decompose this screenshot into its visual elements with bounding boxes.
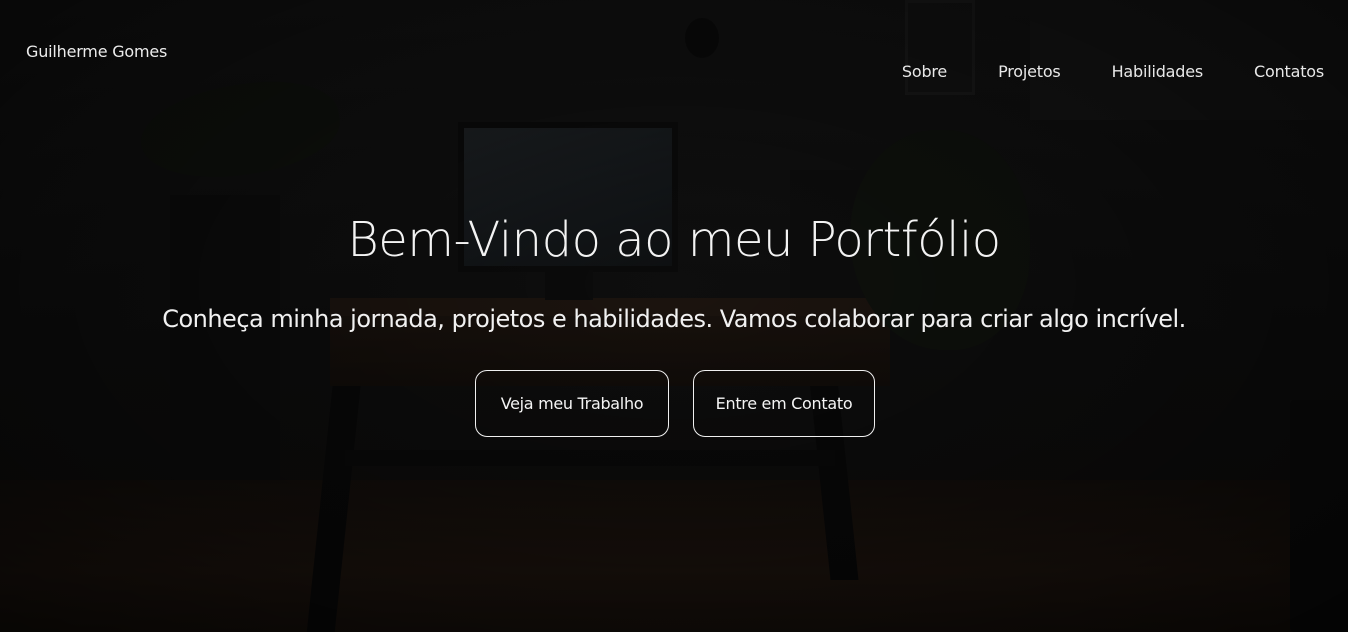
hero-title: Bem-Vindo ao meu Portfólio	[347, 212, 1001, 268]
contact-button[interactable]: Entre em Contato	[693, 370, 875, 437]
hero-section: Guilherme Gomes Sobre Projetos Habilidad…	[0, 0, 1348, 632]
view-work-button[interactable]: Veja meu Trabalho	[475, 370, 669, 437]
hero-content: Bem-Vindo ao meu Portfólio Conheça minha…	[0, 0, 1348, 632]
hero-subtitle: Conheça minha jornada, projetos e habili…	[162, 305, 1186, 333]
